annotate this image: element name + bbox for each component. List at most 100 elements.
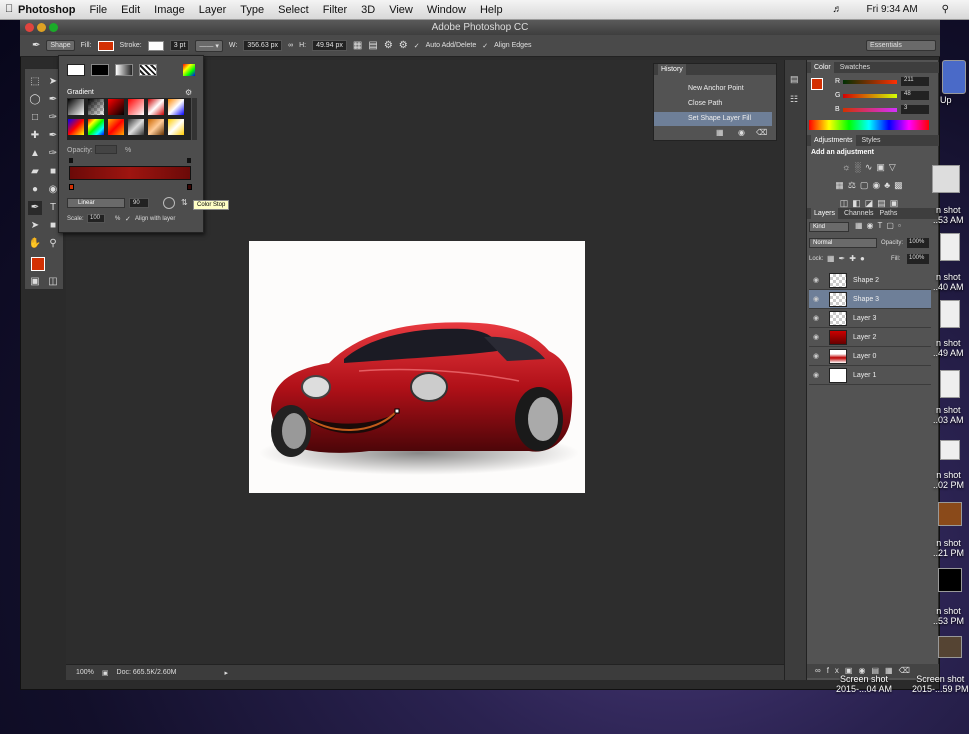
- threshold-icon[interactable]: ◪: [865, 198, 878, 208]
- export-icon[interactable]: ▣: [102, 669, 109, 677]
- pen-tool-icon-selected[interactable]: ✒: [28, 201, 42, 215]
- menu-app[interactable]: Photoshop: [18, 4, 75, 16]
- gradient-preset[interactable]: [87, 118, 105, 136]
- gradient-preset[interactable]: [127, 98, 145, 116]
- apple-icon[interactable]: : [5, 3, 13, 15]
- status-menu-arrow-icon[interactable]: ▸: [224, 669, 228, 677]
- layer-filter-kind-select[interactable]: Kind: [809, 222, 849, 232]
- quick-mask-icon[interactable]: ▣: [28, 275, 42, 289]
- desktop-file-icon[interactable]: [938, 502, 962, 526]
- gradient-preset[interactable]: [67, 98, 85, 116]
- color-lookup-icon[interactable]: ▩: [894, 180, 907, 190]
- levels-icon[interactable]: ░: [854, 162, 864, 172]
- gradient-map-icon[interactable]: ▤: [877, 198, 890, 208]
- gradient-preset[interactable]: [87, 98, 105, 116]
- tab-adjustments[interactable]: Adjustments: [811, 135, 856, 146]
- layer-row[interactable]: ◉ Shape 2: [809, 271, 931, 290]
- gradient-preset[interactable]: [107, 98, 125, 116]
- scale-field[interactable]: 100: [87, 214, 105, 223]
- tab-channels[interactable]: Channels: [844, 210, 874, 217]
- gear-icon[interactable]: ⚙: [399, 40, 408, 51]
- layer-row[interactable]: ◉ Layer 1: [809, 366, 931, 385]
- width-field[interactable]: 356.63 px: [243, 40, 283, 51]
- visibility-eye-icon[interactable]: ◉: [813, 290, 823, 309]
- layer-filter-icons[interactable]: ▦◉T▢▫: [855, 221, 905, 230]
- brightness-icon[interactable]: ☼: [842, 162, 854, 172]
- menu-window[interactable]: Window: [427, 4, 466, 16]
- menu-view[interactable]: View: [389, 4, 413, 16]
- visibility-eye-icon[interactable]: ◉: [813, 347, 823, 366]
- close-button[interactable]: [25, 23, 34, 32]
- stroke-width-field[interactable]: 3 pt: [169, 40, 190, 51]
- height-field[interactable]: 49.94 px: [312, 40, 347, 51]
- volume-icon[interactable]: ♬: [833, 4, 843, 15]
- align-with-layer-checkbox[interactable]: ✓: [125, 215, 131, 223]
- tab-paths[interactable]: Paths: [880, 210, 898, 217]
- desktop-file-icon[interactable]: [938, 636, 962, 658]
- history-icon[interactable]: ▤: [790, 74, 799, 85]
- zoom-tool-icon[interactable]: ⚲: [46, 237, 60, 251]
- crop-tool-icon[interactable]: □: [28, 111, 42, 125]
- clock[interactable]: Fri 9:34 AM: [867, 4, 918, 15]
- gradient-preset[interactable]: [127, 118, 145, 136]
- b-field[interactable]: 3: [901, 105, 929, 114]
- color-stop-left[interactable]: [69, 184, 74, 190]
- menu-edit[interactable]: Edit: [121, 4, 140, 16]
- reverse-gradient-icon[interactable]: ⇅: [181, 198, 188, 207]
- visibility-eye-icon[interactable]: ◉: [813, 328, 823, 347]
- stroke-type-select[interactable]: —— ▾: [195, 39, 223, 52]
- visibility-eye-icon[interactable]: ◉: [813, 271, 823, 290]
- desktop-file-icon[interactable]: [940, 233, 960, 261]
- r-field[interactable]: 211: [901, 77, 929, 86]
- gradient-fill-icon[interactable]: [115, 64, 133, 76]
- pen-tool-icon[interactable]: ✒: [32, 40, 40, 51]
- path-arrange-icon[interactable]: ⚙: [384, 40, 393, 51]
- solid-fill-icon[interactable]: [91, 64, 109, 76]
- fill-swatch[interactable]: [97, 40, 114, 51]
- gradient-preset[interactable]: [167, 98, 185, 116]
- spotlight-icon[interactable]: ⚲: [942, 4, 949, 15]
- color-balance-icon[interactable]: ⚖: [848, 180, 860, 190]
- trash-icon[interactable]: ⌫: [756, 128, 767, 137]
- layer-fill-field[interactable]: 100%: [907, 254, 929, 264]
- presets-scrollbar[interactable]: [192, 98, 197, 140]
- opacity-stop[interactable]: [69, 158, 73, 163]
- blend-mode-select[interactable]: Normal: [809, 238, 877, 248]
- tab-color[interactable]: Color: [811, 62, 834, 73]
- document-canvas[interactable]: [249, 241, 585, 493]
- menu-select[interactable]: Select: [278, 4, 309, 16]
- hand-tool-icon[interactable]: ✋: [28, 237, 42, 251]
- gradient-preset[interactable]: [147, 118, 165, 136]
- b-slider[interactable]: [843, 108, 897, 112]
- tab-swatches[interactable]: Swatches: [840, 64, 870, 71]
- menu-image[interactable]: Image: [154, 4, 185, 16]
- layer-row[interactable]: ◉ Layer 0: [809, 347, 931, 366]
- opacity-stop[interactable]: [187, 158, 191, 163]
- angle-dial-icon[interactable]: [163, 197, 175, 209]
- no-fill-icon[interactable]: [67, 64, 85, 76]
- gradient-preset[interactable]: [107, 118, 125, 136]
- zoom-level[interactable]: 100%: [76, 669, 94, 676]
- path-align-icon[interactable]: ▤: [368, 40, 377, 51]
- color-picker-icon[interactable]: [183, 64, 195, 76]
- path-select-tool-icon[interactable]: ➤: [28, 219, 42, 233]
- auto-add-checkbox[interactable]: ✓: [414, 42, 420, 50]
- layer-row-selected[interactable]: ◉ Shape 3: [809, 290, 931, 309]
- posterize-icon[interactable]: ◧: [852, 198, 865, 208]
- fg-color-swatch[interactable]: [811, 78, 823, 90]
- marquee-tool-icon[interactable]: ⬚: [28, 75, 42, 89]
- lasso-tool-icon[interactable]: ◯: [28, 93, 42, 107]
- zoom-button[interactable]: [49, 23, 58, 32]
- visibility-eye-icon[interactable]: ◉: [813, 366, 823, 385]
- lock-icons[interactable]: ▦✒✚●: [827, 254, 869, 263]
- angle-field[interactable]: 90: [129, 198, 149, 208]
- menu-file[interactable]: File: [89, 4, 107, 16]
- path-ops-icon[interactable]: ▦: [353, 40, 362, 51]
- stamp-tool-icon[interactable]: ▲: [28, 147, 42, 161]
- properties-icon[interactable]: ☷: [790, 94, 798, 105]
- menu-filter[interactable]: Filter: [323, 4, 347, 16]
- workspace-select[interactable]: Essentials: [866, 40, 936, 51]
- selective-color-icon[interactable]: ▣: [890, 198, 903, 208]
- vibrance-icon[interactable]: ▽: [889, 162, 900, 172]
- channel-mixer-icon[interactable]: ♣: [884, 180, 894, 190]
